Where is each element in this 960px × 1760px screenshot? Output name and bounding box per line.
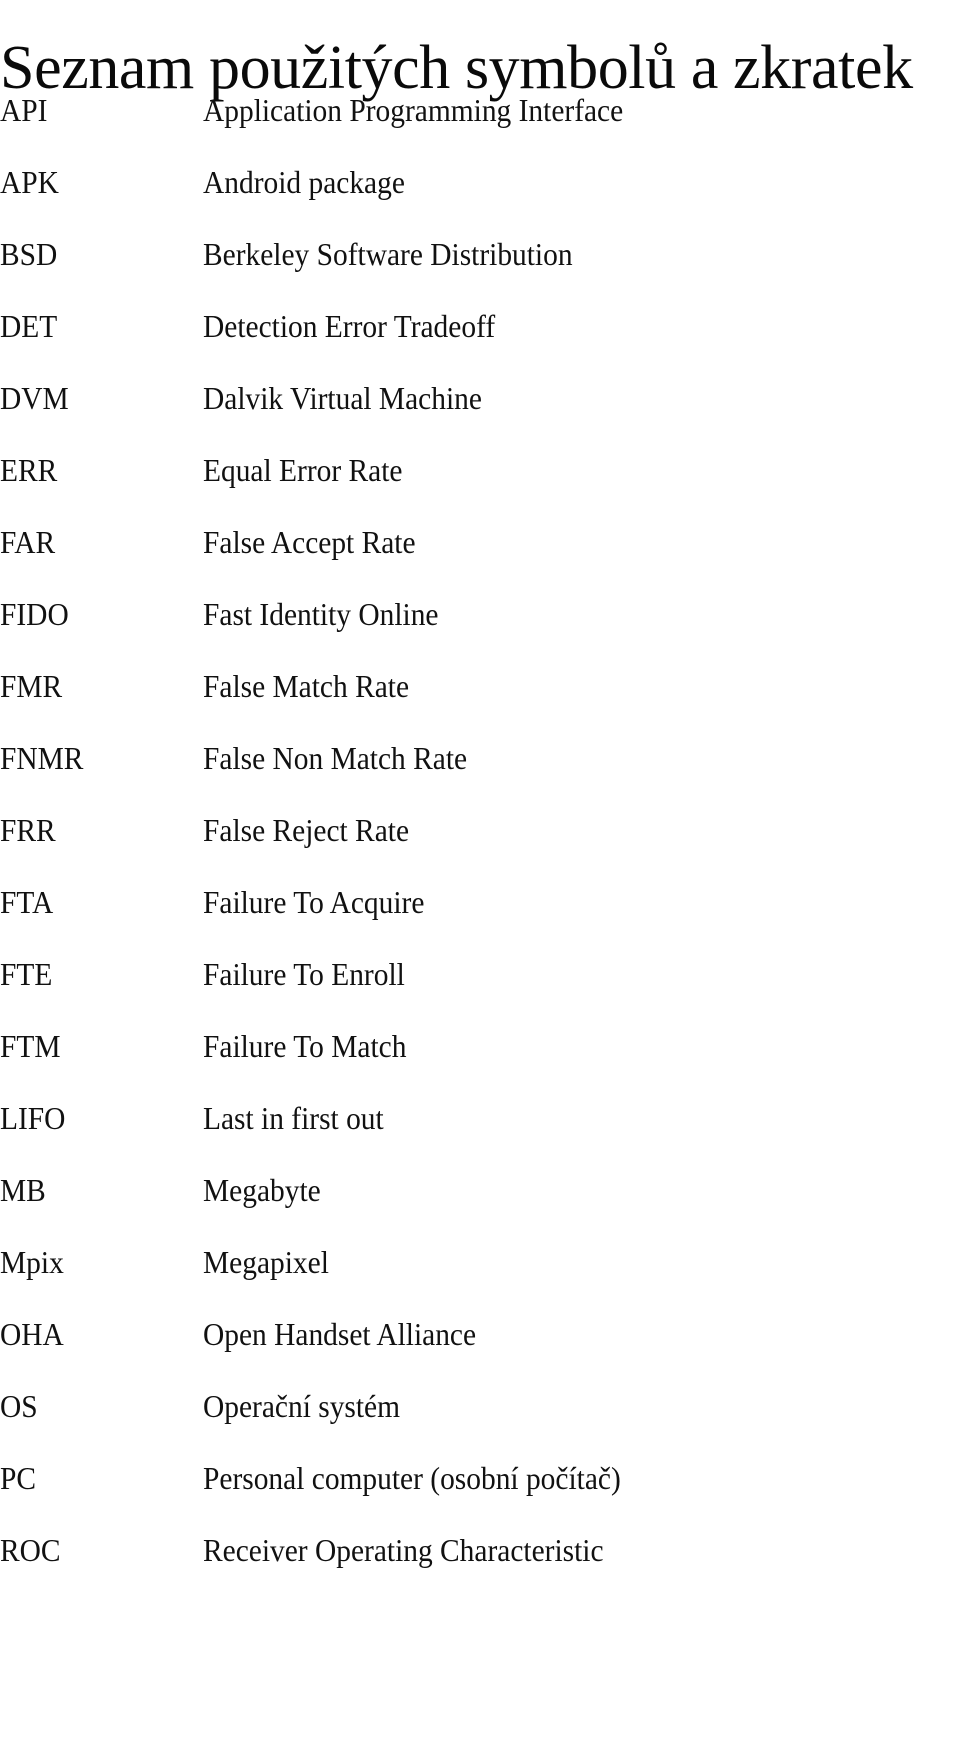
abbreviation-definition: Last in first out [203,1100,384,1136]
document-page: Seznam použitých symbolů a zkratek API Ap… [0,0,960,1760]
glossary-row: FTA Failure To Acquire [0,885,960,957]
abbreviation-definition: Failure To Enroll [203,956,405,992]
abbreviation-term: OS [0,1388,38,1424]
abbreviation-term: API [0,92,48,128]
glossary-row: Mpix Megapixel [0,1245,960,1317]
abbreviation-term: PC [0,1460,37,1496]
abbreviation-definition: Open Handset Alliance [203,1316,477,1352]
glossary-row: OHA Open Handset Alliance [0,1317,960,1389]
glossary-row: ERR Equal Error Rate [0,453,960,525]
glossary-row: FRR False Reject Rate [0,813,960,885]
glossary-row: PC Personal computer (osobní počítač) [0,1461,960,1533]
abbreviation-term: FTE [0,956,53,992]
glossary-row: APK Android package [0,165,960,237]
abbreviation-definition: Operační systém [203,1388,401,1424]
abbreviation-definition: Android package [203,164,405,200]
abbreviation-definition: Megabyte [203,1172,321,1208]
abbreviation-definition: False Non Match Rate [203,740,468,776]
glossary-row: OS Operační systém [0,1389,960,1461]
abbreviation-definition: Fast Identity Online [203,596,439,632]
abbreviation-term: FTM [0,1028,61,1064]
abbreviation-term: OHA [0,1316,64,1352]
abbreviation-term: FIDO [0,596,69,632]
abbreviation-definition: False Accept Rate [203,524,416,560]
abbreviation-definition: False Match Rate [203,668,410,704]
abbreviation-term: FMR [0,668,63,704]
abbreviation-term: FAR [0,524,56,560]
abbreviation-definition: Detection Error Tradeoff [203,308,496,344]
abbreviation-definition: False Reject Rate [203,812,410,848]
abbreviation-term: ROC [0,1532,61,1568]
glossary-row: DET Detection Error Tradeoff [0,309,960,381]
glossary-row: MB Megabyte [0,1173,960,1245]
glossary-row: FAR False Accept Rate [0,525,960,597]
glossary-row: FNMR False Non Match Rate [0,741,960,813]
glossary-row: ROC Receiver Operating Characteristic [0,1533,960,1605]
abbreviation-definition: Berkeley Software Distribution [203,236,573,272]
abbreviation-term: FTA [0,884,54,920]
abbreviation-term: FRR [0,812,56,848]
glossary-row: LIFO Last in first out [0,1101,960,1173]
abbreviation-term: ERR [0,452,58,488]
abbreviation-definition: Receiver Operating Characteristic [203,1532,604,1568]
abbreviation-definition: Personal computer (osobní počítač) [203,1460,621,1496]
abbreviation-definition: Equal Error Rate [203,452,403,488]
glossary-row: FTE Failure To Enroll [0,957,960,1029]
abbreviation-definition: Megapixel [203,1244,329,1280]
abbreviation-definition: Failure To Match [203,1028,407,1064]
abbreviation-term: APK [0,164,59,200]
glossary-row: FTM Failure To Match [0,1029,960,1101]
glossary-row: FIDO Fast Identity Online [0,597,960,669]
abbreviation-term: DVM [0,380,69,416]
glossary-row: DVM Dalvik Virtual Machine [0,381,960,453]
abbreviation-definition: Failure To Acquire [203,884,425,920]
abbreviation-term: MB [0,1172,46,1208]
glossary-row: BSD Berkeley Software Distribution [0,237,960,309]
glossary-list: API Application Programming Interface APK A… [0,93,960,1605]
page-title: Seznam použitých symbolů a zkratek [0,33,913,102]
abbreviation-term: Mpix [0,1244,64,1280]
abbreviation-term: LIFO [0,1100,66,1136]
abbreviation-term: FNMR [0,740,84,776]
abbreviation-definition: Application Programming Interface [203,92,624,128]
glossary-row: API Application Programming Interface [0,93,960,165]
abbreviation-definition: Dalvik Virtual Machine [203,380,482,416]
abbreviation-term: BSD [0,236,58,272]
abbreviation-term: DET [0,308,58,344]
glossary-row: FMR False Match Rate [0,669,960,741]
